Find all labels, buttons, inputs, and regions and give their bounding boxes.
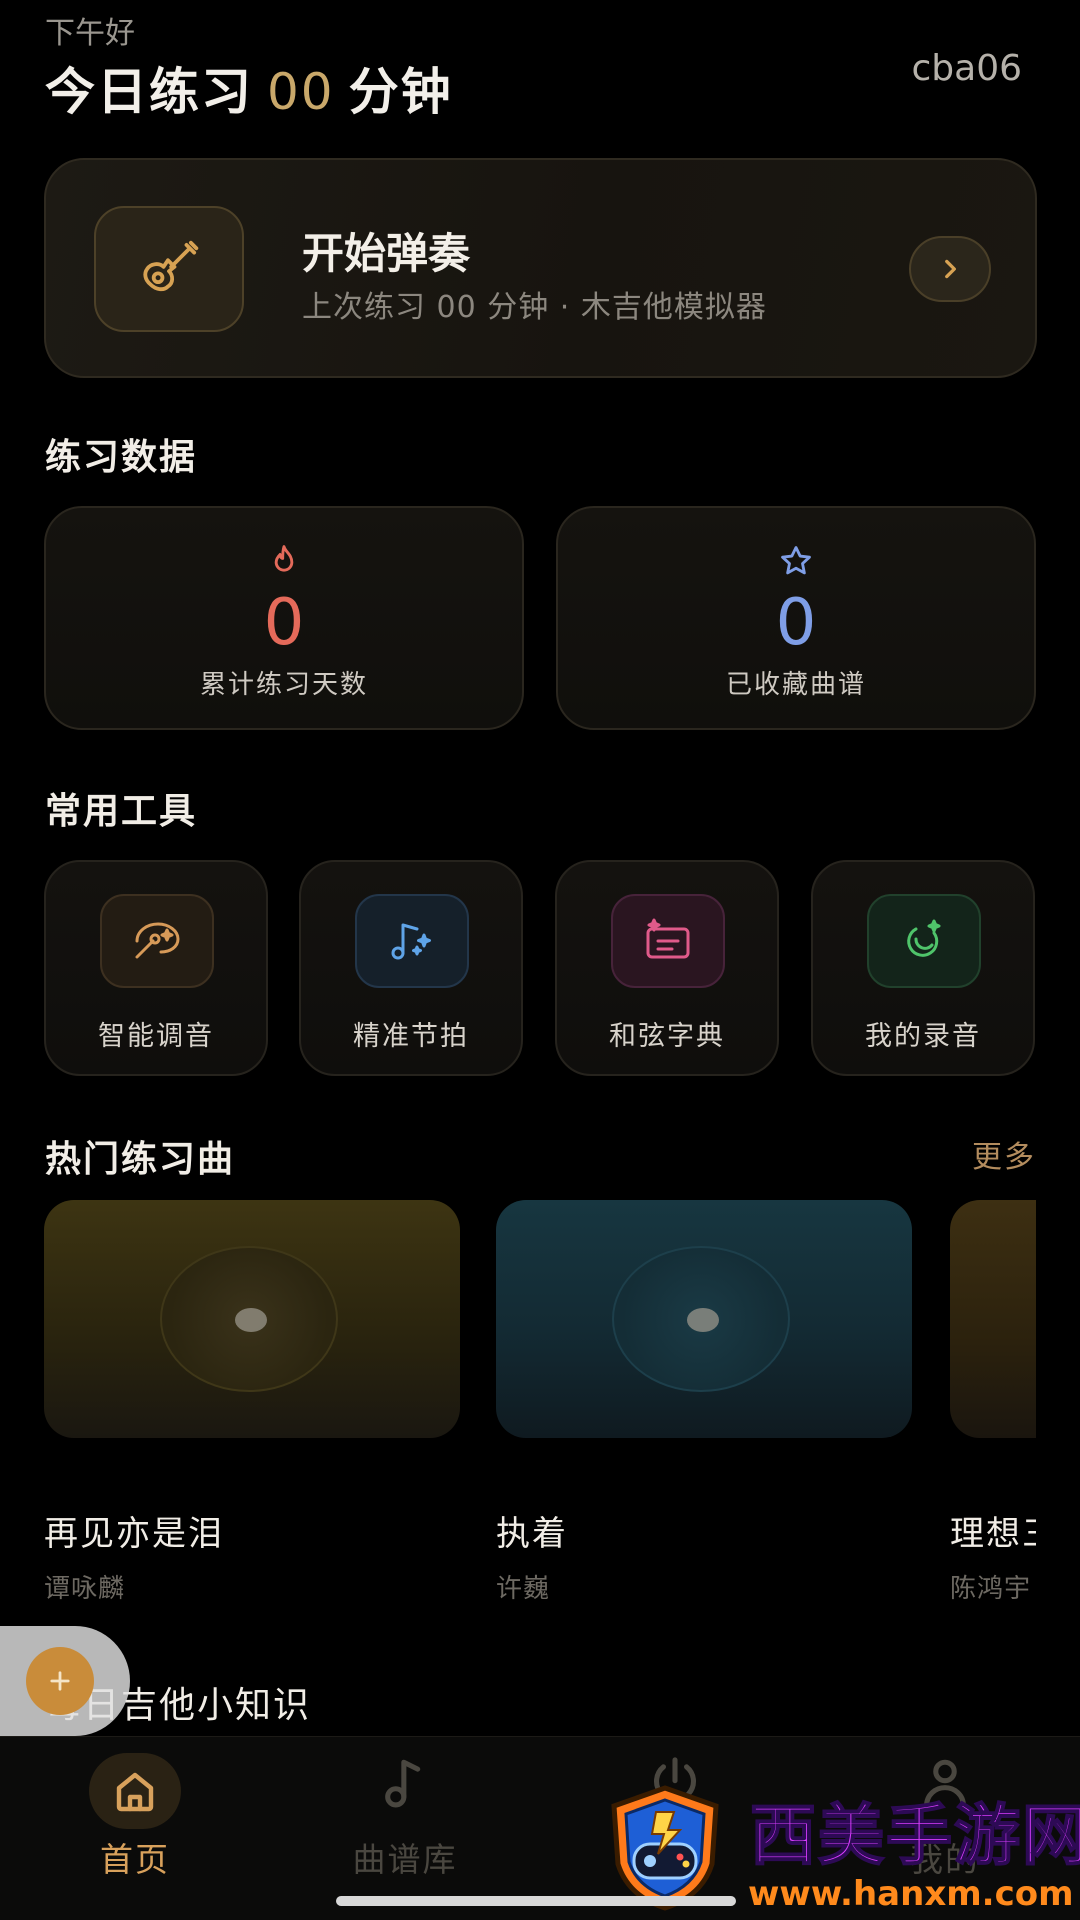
nav-home-label: 首页 [100, 1840, 170, 1879]
song-item-3-clip: 理想三 陈鸿宇 [950, 1490, 1036, 1610]
chord-book-icon [611, 894, 725, 988]
home-screen: 下午好 今日练习 00 分钟 cba06 开始弹奏 上次练习 00 分钟 · 木吉他… [0, 0, 1080, 1920]
floating-assistant-button[interactable] [0, 1626, 130, 1736]
home-indicator[interactable] [336, 1896, 736, 1906]
saved-scores-card[interactable]: 0 已收藏曲谱 [556, 506, 1036, 730]
chevron-right-icon[interactable] [909, 236, 991, 302]
song-cover-1[interactable] [44, 1200, 460, 1438]
tool-smart-tuning[interactable]: 智能调音 [44, 860, 268, 1076]
watermark-title: 西美手游网 [749, 1796, 1080, 1875]
saved-scores-value: 0 [775, 586, 817, 660]
song-cover-2[interactable] [496, 1200, 912, 1438]
assistant-icon [26, 1647, 94, 1715]
song-title-1[interactable]: 再见亦是泪 [44, 1506, 224, 1555]
more-link[interactable]: 更多 [972, 1132, 1036, 1176]
greeting-text: 下午好 [45, 16, 135, 51]
song-title-3[interactable]: 理想三 [950, 1506, 1036, 1555]
flame-icon [46, 544, 522, 578]
guitar-icon [94, 206, 244, 332]
music-note-icon [270, 1753, 540, 1813]
practice-data-title: 练习数据 [45, 437, 198, 478]
headline-prefix: 今日练习 [45, 63, 253, 121]
username[interactable]: cba06 [911, 48, 1022, 89]
practice-days-label: 累计练习天数 [199, 670, 368, 700]
today-minutes-value: 00 [267, 63, 335, 121]
start-playing-title: 开始弹奏 [302, 229, 471, 278]
song-artist-2: 许巍 [496, 1574, 551, 1604]
tool-metronome-label: 精准节拍 [353, 1021, 469, 1052]
popular-songs-title: 热门练习曲 [45, 1139, 236, 1180]
song-artist-3: 陈鸿宇 [950, 1574, 1032, 1604]
tool-metronome[interactable]: 精准节拍 [299, 860, 523, 1076]
tool-chord-dictionary[interactable]: 和弦字典 [555, 860, 779, 1076]
song-cover-3[interactable] [950, 1200, 1036, 1438]
watermark-shield-logo [611, 1785, 719, 1911]
metronome-note-icon [355, 894, 469, 988]
practice-days-card[interactable]: 0 累计练习天数 [44, 506, 524, 730]
saved-scores-label: 已收藏曲谱 [725, 670, 866, 700]
song-title-2[interactable]: 执着 [496, 1506, 568, 1555]
song-artist-1: 谭咏麟 [44, 1574, 126, 1604]
tool-my-recordings-label: 我的录音 [865, 1021, 981, 1052]
home-icon [89, 1753, 181, 1829]
headline-suffix: 分钟 [348, 63, 453, 121]
last-practice-subtitle: 上次练习 00 分钟 · 木吉他模拟器 [302, 290, 767, 325]
star-icon [558, 544, 1034, 578]
nav-score-library[interactable]: 曲谱库 [270, 1737, 540, 1887]
disc-icon [612, 1246, 790, 1392]
nav-home[interactable]: 首页 [0, 1737, 270, 1887]
tool-my-recordings[interactable]: 我的录音 [811, 860, 1035, 1076]
tool-chord-dictionary-label: 和弦字典 [609, 1021, 725, 1052]
tuning-icon [100, 894, 214, 988]
watermark-url: www.hanxm.com [748, 1874, 1074, 1914]
today-practice-headline: 今日练习 00 分钟 [45, 52, 453, 124]
nav-score-library-label: 曲谱库 [352, 1840, 458, 1879]
disc-icon [160, 1246, 338, 1392]
practice-days-value: 0 [263, 586, 305, 660]
start-playing-card[interactable]: 开始弹奏 上次练习 00 分钟 · 木吉他模拟器 [44, 158, 1037, 378]
tool-smart-tuning-label: 智能调音 [98, 1021, 214, 1052]
tools-title: 常用工具 [45, 791, 198, 832]
recording-icon [867, 894, 981, 988]
